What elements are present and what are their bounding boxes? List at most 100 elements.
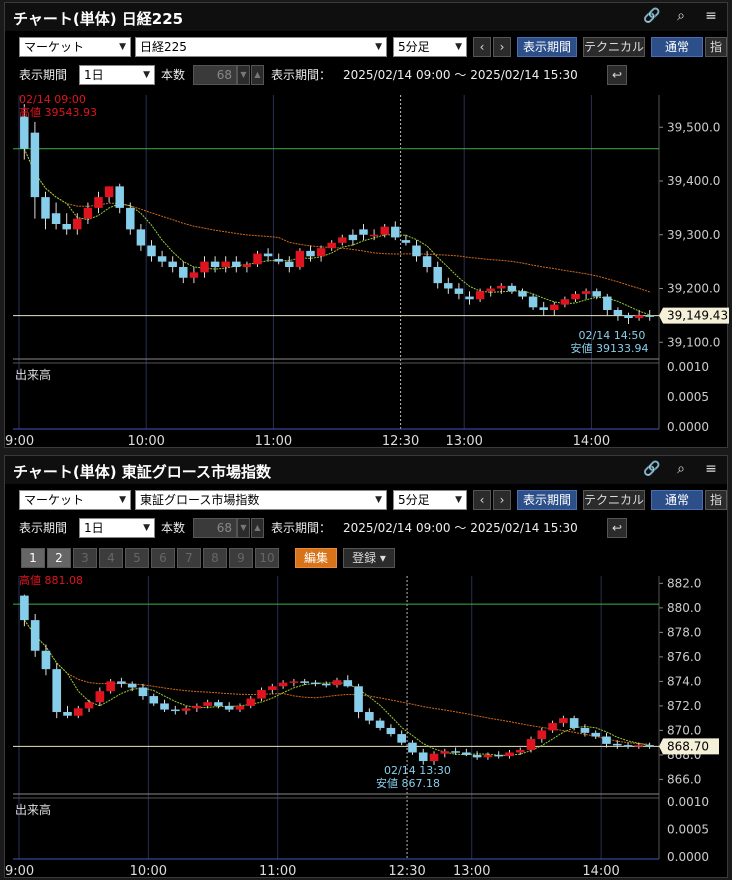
price-tick-label: 39,100.0 (667, 335, 720, 349)
panel-title: チャート(単体) 日経225 (13, 10, 184, 28)
technical-button[interactable]: テクニカル (583, 490, 645, 510)
candle-body (203, 702, 212, 706)
candlestick-chart[interactable]: 882.0880.0878.0876.0874.0872.0870.0868.0… (5, 572, 729, 879)
candle-body (603, 296, 612, 310)
market-select[interactable]: マーケット ▼ (19, 37, 131, 57)
register-button[interactable]: 登録 ▾ (343, 548, 395, 568)
count-up-button[interactable]: ▲ (251, 65, 264, 85)
period-button[interactable]: 表示期間 (517, 37, 577, 57)
volume-label: 出来高 (15, 367, 51, 382)
toolbar-period: 表示期間 1日 ▼ 本数 68 ▼ ▲ 表示期間： 2025/02/14 09:00 ～ 202… (5, 516, 727, 540)
page-button-3[interactable]: 3 (73, 548, 97, 568)
price-tick-label: 878.0 (667, 625, 701, 639)
page-button-4[interactable]: 4 (99, 548, 123, 568)
page-button-7[interactable]: 7 (177, 548, 201, 568)
symbol-select[interactable]: 東証グロース市場指数 ▼ (135, 490, 387, 510)
candle-body (232, 261, 241, 267)
candle-body (397, 734, 406, 743)
title-icons: 🔗 ⌕ ≡ (643, 8, 719, 24)
low-time-label: 02/14 13:30 (384, 764, 451, 777)
toolbar-symbol: マーケット ▼ 東証グロース市場指数 ▼ 5分足 ▼ ‹ › 表示期間 テクニカル 通常指 (5, 488, 727, 512)
count-up-button[interactable]: ▲ (251, 518, 264, 538)
next-button[interactable]: › (493, 37, 511, 57)
candle-body (214, 702, 223, 706)
page-button-5[interactable]: 5 (125, 548, 149, 568)
candle-body (126, 207, 135, 230)
volume-tick-label: 0.0000 (667, 850, 709, 864)
time-tick-label: 9:00 (5, 434, 34, 449)
page-button-6[interactable]: 6 (151, 548, 175, 568)
reset-icon[interactable]: ↩ (607, 65, 627, 85)
edit-button[interactable]: 編集 (295, 548, 337, 568)
search-icon[interactable]: ⌕ (673, 8, 689, 24)
search-icon[interactable]: ⌕ (673, 461, 689, 477)
toolbar-pages: 1 2 3 4 5 6 7 8 9 10 編集 登録 ▾ (5, 548, 727, 572)
price-tick-label: 880.0 (667, 601, 701, 615)
candle-body (462, 752, 471, 755)
interval-select[interactable]: 5分足 ▼ (393, 490, 467, 510)
technical-button[interactable]: テクニカル (583, 37, 645, 57)
candle-body (246, 698, 256, 706)
period-select[interactable]: 1日 ▼ (79, 518, 155, 538)
candle-body (104, 186, 114, 198)
symbol-select[interactable]: 日経225 ▼ (135, 37, 387, 57)
interval-select[interactable]: 5分足 ▼ (393, 37, 467, 57)
prev-button[interactable]: ‹ (473, 490, 491, 510)
page-button-8[interactable]: 8 (203, 548, 227, 568)
candle-body (539, 307, 548, 310)
index-button[interactable]: 指 (705, 37, 727, 57)
candle-body (465, 296, 474, 300)
page-button-1[interactable]: 1 (21, 548, 45, 568)
candle-body (634, 745, 644, 747)
period-select-value: 1日 (84, 521, 104, 535)
candle-body (300, 681, 309, 683)
candle-body (454, 288, 464, 294)
price-tick-label: 874.0 (667, 674, 701, 688)
price-tick-label: 876.0 (667, 650, 701, 664)
candle-body (263, 253, 273, 257)
candle-body (311, 682, 320, 685)
prev-button[interactable]: ‹ (473, 37, 491, 57)
menu-icon[interactable]: ≡ (703, 8, 719, 24)
candle-body (170, 709, 180, 712)
chevron-down-icon: ▼ (143, 523, 150, 533)
count-down-button[interactable]: ▼ (237, 518, 250, 538)
candle-body (354, 686, 363, 713)
panel-title: チャート(単体) 東証グロース市場指数 (13, 463, 272, 481)
candle-body (451, 751, 460, 753)
page-button-2[interactable]: 2 (47, 548, 71, 568)
low-value-label: 安値 39133.94 (571, 341, 649, 355)
candle-body (645, 745, 654, 747)
normal-button[interactable]: 通常 (651, 490, 703, 510)
count-input[interactable]: 68 (193, 65, 237, 85)
low-value-label: 安値 867.18 (376, 776, 440, 790)
time-tick-label: 14:00 (582, 864, 619, 879)
next-button[interactable]: › (493, 490, 511, 510)
market-select[interactable]: マーケット ▼ (19, 490, 131, 510)
candle-body (295, 250, 305, 267)
period-select[interactable]: 1日 ▼ (79, 65, 155, 85)
page-button-9[interactable]: 9 (229, 548, 253, 568)
index-button[interactable]: 指 (705, 490, 727, 510)
title-bar: チャート(単体) 日経225 🔗 ⌕ ≡ (5, 3, 727, 31)
count-input[interactable]: 68 (193, 518, 237, 538)
count-down-button[interactable]: ▼ (237, 65, 250, 85)
menu-icon[interactable]: ≡ (703, 461, 719, 477)
link-icon[interactable]: 🔗 (643, 461, 660, 477)
candle-body (634, 315, 644, 319)
candle-body (623, 745, 633, 747)
period-button[interactable]: 表示期間 (517, 490, 577, 510)
ma-short-line (23, 148, 650, 316)
candle-body (429, 753, 439, 762)
candlestick-chart[interactable]: 39,500.0 39,400.0 39,300.0 39,200.0 39,100.0… (5, 91, 729, 449)
price-tick-label: 866.0 (667, 772, 701, 786)
ma-short-line (23, 619, 650, 756)
candle-body (537, 730, 547, 739)
reset-icon[interactable]: ↩ (607, 518, 627, 538)
page-button-10[interactable]: 10 (255, 548, 279, 568)
candle-body (138, 687, 148, 697)
candle-body (189, 272, 199, 278)
link-icon[interactable]: 🔗 (643, 8, 660, 24)
normal-button[interactable]: 通常 (651, 37, 703, 57)
time-tick-label: 14:00 (573, 434, 610, 449)
